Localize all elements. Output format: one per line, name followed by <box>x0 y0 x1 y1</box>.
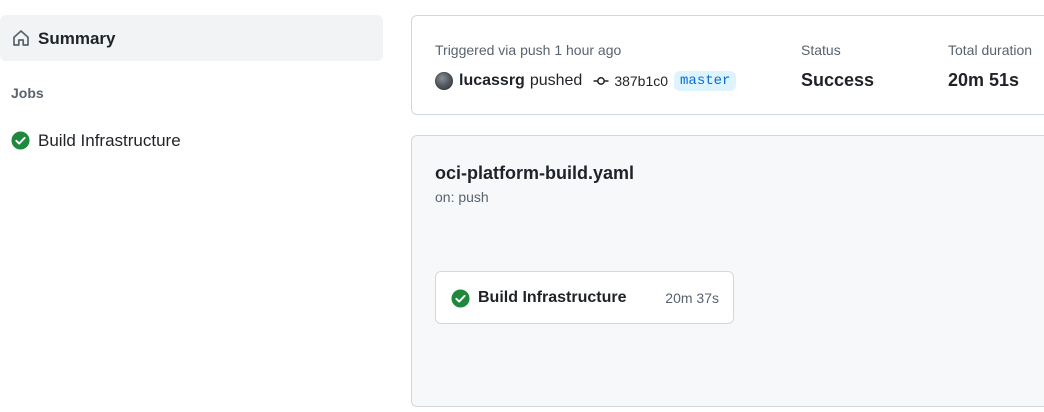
sidebar-item-build-infrastructure[interactable]: Build Infrastructure <box>0 126 383 156</box>
home-icon <box>13 30 29 46</box>
sidebar-item-summary[interactable]: Summary <box>0 15 383 61</box>
branch-badge[interactable]: master <box>674 71 737 91</box>
actor-link[interactable]: lucassrg <box>459 72 525 90</box>
sidebar-item-label: Build Infrastructure <box>38 131 181 150</box>
job-name: Build Infrastructure <box>478 289 627 306</box>
job-duration: 20m 37s <box>665 290 719 306</box>
workflow-trigger: on: push <box>435 189 489 205</box>
action-text: pushed <box>529 72 583 89</box>
status-value: Success <box>801 70 875 90</box>
avatar[interactable] <box>435 72 453 90</box>
push-info-row: lucassrg pushed 387b1c0 master <box>435 69 737 93</box>
trigger-text: Triggered via push 1 hour ago <box>435 42 622 58</box>
total-duration-value: 20m 51s <box>948 70 1020 90</box>
check-circle-icon <box>451 289 470 308</box>
commit-sha-link[interactable]: 387b1c0 <box>614 73 668 89</box>
run-summary-card: Triggered via push 1 hour ago lucassrg p… <box>411 15 1044 115</box>
workflow-graph-card: oci-platform-build.yaml on: push Build I… <box>411 135 1044 407</box>
total-duration-label: Total duration <box>948 42 1033 58</box>
check-circle-icon <box>11 131 30 150</box>
job-node-build-infrastructure[interactable]: Build Infrastructure 20m 37s <box>435 271 734 324</box>
status-label: Status <box>801 42 841 58</box>
jobs-heading: Jobs <box>11 85 44 101</box>
workflow-file-name: oci-platform-build.yaml <box>435 163 635 183</box>
sidebar: Summary Jobs Build Infrastructure <box>0 0 384 412</box>
sidebar-item-label: Summary <box>38 29 116 48</box>
git-commit-icon <box>593 77 609 85</box>
